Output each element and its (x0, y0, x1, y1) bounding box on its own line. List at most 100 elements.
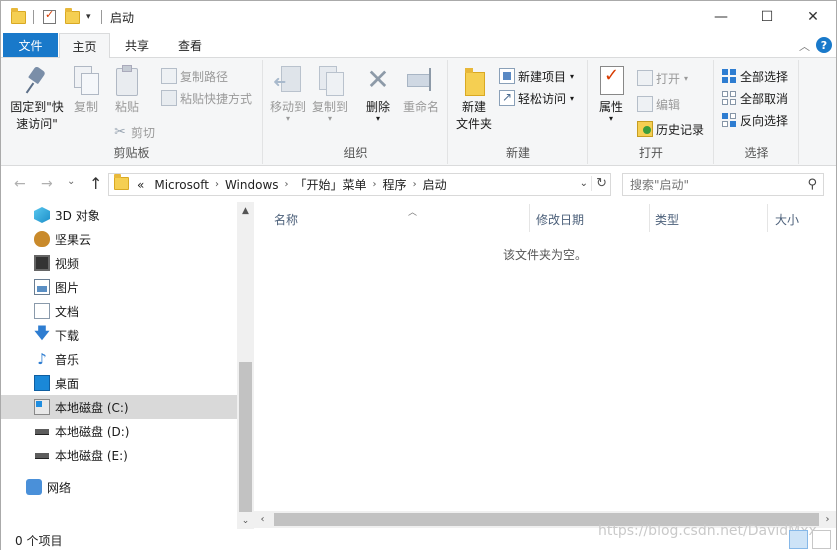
scroll-right-icon[interactable]: › (819, 511, 836, 528)
nav-scrollbar-thumb[interactable] (239, 362, 252, 512)
nav-item-pictures[interactable]: 图片 (1, 275, 237, 299)
new-item-button[interactable]: 新建项目 ▾ (499, 66, 574, 86)
pin-to-quick-access-button[interactable]: 固定到"快 速访问" (7, 64, 67, 133)
pin-icon (21, 64, 53, 96)
nav-item-drive-c[interactable]: 本地磁盘 (C:) (1, 395, 237, 419)
recent-locations-button[interactable]: ⌄ (67, 176, 75, 187)
refresh-icon[interactable]: ↻ (591, 176, 607, 191)
move-to-button[interactable]: 移动到 ▾ (266, 64, 310, 123)
crumb-separator[interactable]: › (413, 179, 417, 190)
drive-c-icon (34, 399, 50, 415)
crumb-windows[interactable]: Windows (225, 178, 279, 192)
3d-objects-icon (34, 207, 50, 223)
up-button[interactable]: ↑ (89, 174, 102, 193)
nav-scrollbar[interactable]: ▲ ⌄ (237, 202, 254, 529)
pictures-icon (34, 279, 50, 295)
nav-item-music[interactable]: ♪ 音乐 (1, 347, 237, 371)
large-icons-view-button[interactable] (812, 530, 831, 549)
column-header-date[interactable]: 修改日期 (528, 209, 649, 229)
crumb-microsoft[interactable]: Microsoft (154, 178, 209, 192)
new-folder-button[interactable]: 新建 文件夹 (453, 64, 495, 133)
edit-icon (637, 96, 653, 112)
maximize-button[interactable]: ☐ (744, 1, 790, 32)
crumb-separator[interactable]: › (285, 179, 289, 190)
collapse-ribbon-icon[interactable]: ︿ (799, 38, 810, 54)
details-view-button[interactable] (789, 530, 808, 549)
properties-quick-icon[interactable] (43, 8, 56, 26)
nav-item-label: 桌面 (55, 376, 80, 391)
easy-access-button[interactable]: 轻松访问 ▾ (499, 88, 574, 108)
scroll-down-icon[interactable]: ⌄ (237, 512, 254, 529)
downloads-icon: 🡇 (34, 323, 50, 342)
close-button[interactable]: ✕ (790, 1, 836, 32)
nav-item-desktop[interactable]: 桌面 (1, 371, 237, 395)
nav-item-label: 本地磁盘 (D:) (55, 424, 130, 439)
cut-button[interactable]: ✂ 剪切 (112, 122, 155, 142)
history-button[interactable]: 历史记录 (637, 119, 704, 139)
easy-access-icon (499, 90, 515, 106)
search-box: ⚲ (622, 173, 824, 196)
paste-button[interactable]: 粘贴 (112, 64, 142, 116)
crumb-startup[interactable]: 启动 (423, 176, 447, 193)
crumb-programs[interactable]: 程序 (383, 176, 407, 193)
address-dropdown-icon[interactable]: ⌄ (580, 178, 588, 189)
paste-shortcut-button[interactable]: 粘贴快捷方式 (161, 88, 252, 108)
nav-item-downloads[interactable]: 🡇 下载 (1, 323, 237, 347)
properties-button[interactable]: 属性 ▾ (593, 64, 629, 123)
nav-item-nutstore[interactable]: 坚果云 (1, 227, 237, 251)
new-folder-quick-icon[interactable] (65, 7, 80, 26)
tab-file[interactable]: 文件 (3, 33, 58, 57)
copy-path-button[interactable]: 复制路径 (161, 66, 228, 86)
nav-item-drive-e[interactable]: 本地磁盘 (E:) (1, 443, 237, 467)
minimize-button[interactable]: — (698, 1, 744, 32)
crumb-separator[interactable]: › (215, 179, 219, 190)
overflow-chevron[interactable]: « (137, 178, 144, 192)
paste-label: 粘贴 (114, 100, 139, 114)
address-bar[interactable]: « Microsoft › Windows › 「开始」菜单 › 程序 › 启动… (108, 173, 611, 196)
properties-icon (597, 64, 625, 96)
tab-home[interactable]: 主页 (59, 33, 110, 58)
scroll-left-icon[interactable]: ‹ (254, 511, 271, 528)
explorer-window: ▾ 启动 — ☐ ✕ 文件 主页 共享 查看 ︿ ? 固定到"快 速访问" 复制 (0, 0, 837, 550)
nav-item-videos[interactable]: 视频 (1, 251, 237, 275)
delete-button[interactable]: ✕ 删除 ▾ (360, 64, 396, 123)
copy-button[interactable]: 复制 (71, 64, 101, 116)
easy-access-label: 轻松访问 (518, 91, 567, 106)
new-item-icon (499, 68, 515, 84)
music-icon: ♪ (37, 350, 47, 368)
select-none-button[interactable]: 全部取消 (721, 88, 788, 108)
title-separator (101, 8, 102, 26)
search-icon[interactable]: ⚲ (807, 177, 817, 192)
copy-to-button[interactable]: 复制到 ▾ (308, 64, 352, 123)
open-group-label: 打开 (638, 146, 663, 160)
edit-button[interactable]: 编辑 (637, 94, 680, 114)
open-button[interactable]: 打开 ▾ (637, 68, 688, 88)
tab-view[interactable]: 查看 (165, 33, 215, 58)
nav-item-network[interactable]: 网络 (1, 475, 237, 499)
new-item-dropdown-icon: ▾ (570, 71, 575, 81)
crumb-separator[interactable]: › (373, 179, 377, 190)
scroll-up-icon[interactable]: ▲ (237, 202, 254, 219)
back-button[interactable]: ← (14, 176, 26, 192)
invert-selection-button[interactable]: 反向选择 (721, 110, 788, 130)
search-input[interactable] (623, 174, 793, 195)
select-all-button[interactable]: 全部选择 (721, 66, 788, 86)
paste-shortcut-icon (161, 90, 177, 106)
crumb-start-menu[interactable]: 「开始」菜单 (295, 176, 367, 193)
documents-icon (34, 303, 50, 319)
nav-item-label: 本地磁盘 (E:) (55, 448, 128, 463)
customize-quick-access-icon[interactable]: ▾ (86, 8, 91, 26)
nav-item-drive-d[interactable]: 本地磁盘 (D:) (1, 419, 237, 443)
column-header-name[interactable]: ︿ 名称 (266, 208, 529, 229)
nav-item-documents[interactable]: 文档 (1, 299, 237, 323)
folder-icon (11, 7, 26, 26)
column-header-size[interactable]: 大小 (767, 209, 836, 229)
column-header-type[interactable]: 类型 (647, 209, 767, 229)
tab-share[interactable]: 共享 (113, 33, 161, 58)
move-to-icon (273, 64, 303, 96)
forward-button[interactable]: → (41, 176, 53, 192)
nav-item-3d-objects[interactable]: 3D 对象 (1, 203, 237, 227)
open-label: 打开 (656, 71, 681, 86)
help-icon[interactable]: ? (816, 37, 832, 53)
rename-button[interactable]: 重命名 (398, 64, 444, 116)
